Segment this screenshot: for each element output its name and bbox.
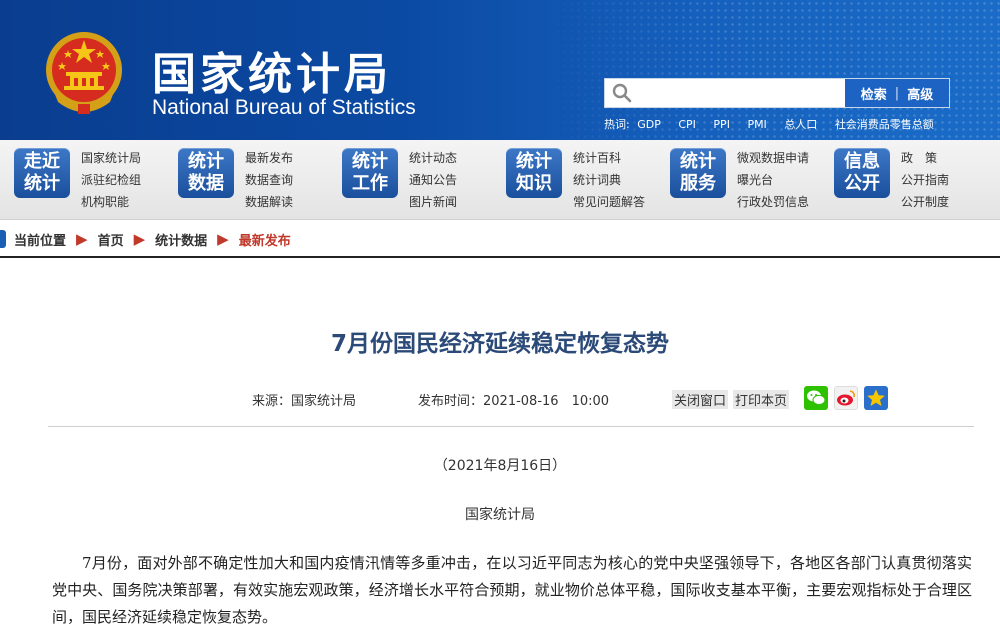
nav-link[interactable]: 公开指南	[901, 169, 949, 191]
close-window-button[interactable]: 关闭窗口	[672, 390, 729, 409]
hot-word-link[interactable]: 社会消费品零售总额	[835, 118, 934, 131]
search-box: 检索 | 高级	[604, 78, 950, 108]
breadcrumb-statistics-data[interactable]: 统计数据	[155, 230, 207, 249]
search-button[interactable]: 检索	[861, 84, 887, 103]
national-emblem-icon[interactable]	[44, 30, 124, 116]
nav-badge-about[interactable]: 走近 统计	[14, 148, 70, 198]
nav-link[interactable]: 曝光台	[737, 169, 809, 191]
nav-badge-work[interactable]: 统计 工作	[342, 148, 398, 198]
source-value: 国家统计局	[291, 394, 357, 409]
nav-link[interactable]: 行政处罚信息	[737, 191, 809, 213]
site-logo-english[interactable]: National Bureau of Statistics	[152, 96, 416, 120]
article-organization: 国家统计局	[465, 507, 535, 523]
nav-badge-service[interactable]: 统计 服务	[670, 148, 726, 198]
nav-link[interactable]: 最新发布	[245, 147, 293, 169]
nav-links-service: 微观数据申请 曝光台 行政处罚信息	[737, 147, 809, 213]
breadcrumb-home[interactable]: 首页	[98, 230, 124, 249]
nav-badge-data[interactable]: 统计 数据	[178, 148, 234, 198]
breadcrumb-arrow-icon: ▶	[76, 230, 88, 248]
print-page-button[interactable]: 打印本页	[733, 390, 790, 409]
article-title: 7月份国民经济延续稳定恢复态势	[330, 331, 669, 357]
article-date: （2021年8月16日）	[433, 458, 567, 474]
nav-link[interactable]: 派驻纪检组	[81, 169, 141, 191]
hot-word-link[interactable]: PPI	[713, 118, 730, 131]
breadcrumb-label: 当前位置	[14, 233, 67, 249]
time-value: 2021-08-16 10:00	[483, 394, 610, 409]
nav-links-data: 最新发布 数据查询 数据解读	[245, 147, 293, 213]
nav-link[interactable]: 通知公告	[409, 169, 457, 191]
meta-divider	[48, 426, 974, 427]
main-nav: 走近 统计 国家统计局 派驻纪检组 机构职能 统计 数据 最新发布 数据查询 数据解…	[0, 140, 1000, 220]
article-source: 来源：国家统计局	[252, 390, 356, 409]
hot-words: 热词: GDP CPI PPI PMI 总人口 社会消费品零售总额	[604, 116, 948, 132]
breadcrumb: 当前位置 ▶ 首页 ▶ 统计数据 ▶ 最新发布	[0, 222, 1000, 258]
nav-links-work: 统计动态 通知公告 图片新闻	[409, 147, 457, 213]
nav-link[interactable]: 图片新闻	[409, 191, 457, 213]
article-paragraph: 7月份，面对外部不确定性加大和国内疫情汛情等多重冲击，在以习近平同志为核心的党中…	[52, 554, 972, 626]
advanced-search-button[interactable]: 高级	[907, 84, 933, 103]
nav-link[interactable]: 数据查询	[245, 169, 293, 191]
nav-links-knowledge: 统计百科 统计词典 常见问题解答	[573, 147, 645, 213]
wechat-icon[interactable]	[804, 386, 828, 410]
hot-word-link[interactable]: CPI	[678, 118, 696, 131]
nav-link[interactable]: 公开制度	[901, 191, 949, 213]
search-button-separator: |	[894, 85, 900, 101]
breadcrumb-current[interactable]: 最新发布	[239, 230, 291, 249]
article-time: 发布时间：2021-08-16 10:00	[418, 390, 609, 409]
source-label: 来源：	[252, 394, 292, 409]
breadcrumb-marker-icon	[0, 230, 6, 248]
site-logo-chinese[interactable]: 国家统计局	[152, 38, 392, 102]
nav-link[interactable]: 微观数据申请	[737, 147, 809, 169]
breadcrumb-arrow-icon: ▶	[133, 230, 146, 248]
nav-badge-disclosure[interactable]: 信息 公开	[834, 148, 890, 198]
site-header: 国家统计局 National Bureau of Statistics 检索 |…	[0, 0, 1000, 140]
article-meta: 来源：国家统计局 发布时间：2021-08-16 10:00 关闭窗口 打印本页	[0, 386, 1000, 410]
breadcrumb-arrow-icon: ▶	[217, 230, 229, 248]
nav-link[interactable]: 政 策	[901, 147, 949, 169]
time-label: 发布时间：	[418, 394, 484, 409]
nav-links-about: 国家统计局 派驻纪检组 机构职能	[81, 147, 141, 213]
nav-links-disclosure: 政 策 公开指南 公开制度	[901, 147, 949, 213]
nav-link[interactable]: 数据解读	[245, 191, 293, 213]
nav-link[interactable]: 统计动态	[409, 147, 457, 169]
nav-link[interactable]: 统计百科	[573, 147, 645, 169]
nav-link[interactable]: 统计词典	[573, 169, 645, 191]
search-buttons: 检索 | 高级	[845, 79, 949, 107]
weibo-icon[interactable]	[834, 386, 858, 410]
hot-word-link[interactable]: GDP	[637, 118, 661, 131]
hot-word-link[interactable]: PMI	[747, 118, 766, 131]
search-input[interactable]	[639, 80, 845, 106]
nav-badge-knowledge[interactable]: 统计 知识	[506, 148, 562, 198]
nav-link[interactable]: 机构职能	[81, 191, 141, 213]
hot-word-link[interactable]: 总人口	[784, 118, 817, 131]
favorite-star-icon[interactable]	[864, 386, 888, 410]
nav-link[interactable]: 国家统计局	[81, 147, 141, 169]
nav-link[interactable]: 常见问题解答	[573, 191, 645, 213]
search-icon	[605, 79, 639, 107]
hot-words-label: 热词:	[604, 118, 630, 131]
